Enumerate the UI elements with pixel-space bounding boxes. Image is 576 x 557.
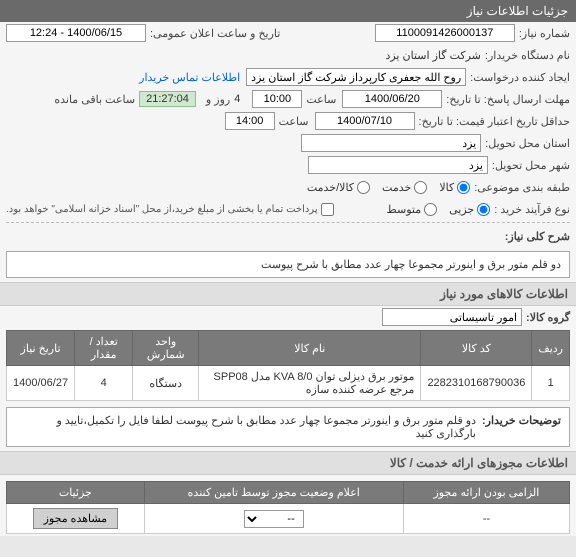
radio-both-input[interactable] (357, 181, 370, 194)
view-permit-button[interactable]: مشاهده مجوز (33, 508, 118, 529)
th-status: اعلام وضعیت مجوز توسط تامین کننده (144, 482, 403, 504)
reply-date-input[interactable] (342, 90, 442, 108)
th-mandatory: الزامی بودن ارائه مجوز (403, 482, 569, 504)
city-label: شهر محل تحویل: (492, 159, 570, 172)
public-date-label: تاریخ و ساعت اعلان عمومی: (150, 27, 280, 40)
td-date: 1400/06/27 (7, 366, 75, 401)
goods-group-input[interactable] (382, 308, 522, 326)
radio-goods[interactable]: کالا (439, 181, 470, 194)
th-name: نام کالا (199, 331, 421, 366)
location-input[interactable] (301, 134, 481, 152)
td-status: -- (144, 504, 403, 534)
goods-table: ردیف کد کالا نام کالا واحد شمارش تعداد /… (6, 330, 570, 401)
reply-deadline-label: مهلت ارسال پاسخ: تا تاریخ: (446, 93, 570, 106)
td-code: 2282310168790036 (421, 366, 532, 401)
buyer-note-box: توضیحات خریدار: دو قلم متور برق و اینورت… (6, 407, 570, 447)
th-row: ردیف (532, 331, 570, 366)
radio-medium-input[interactable] (424, 203, 437, 216)
time-label-2: ساعت (279, 115, 309, 128)
need-no-input[interactable] (375, 24, 515, 42)
category-radio-group: کالا خدمت کالا/خدمت (307, 181, 470, 194)
validity-time-input[interactable] (225, 112, 275, 130)
td-mandatory: -- (403, 504, 569, 534)
payment-checkbox[interactable] (321, 203, 334, 216)
permits-section-title: اطلاعات مجوزهای ارائه خدمت / کالا (0, 451, 576, 475)
time-label-1: ساعت (306, 93, 336, 106)
category-label: طبقه بندی موضوعی: (474, 181, 570, 194)
radio-partial-input[interactable] (477, 203, 490, 216)
desc-label: شرح کلی نیاز: (505, 230, 570, 243)
days-value: 4 (234, 93, 240, 105)
validity-date-input[interactable] (315, 112, 415, 130)
remaining-time-badge: 21:27:04 (139, 91, 196, 107)
payment-check[interactable]: پرداخت تمام یا بخشی از مبلغ خرید،از محل … (6, 203, 334, 216)
goods-section-title: اطلاعات کالاهای مورد نیاز (0, 282, 576, 306)
validity-label: حداقل تاریخ اعتبار قیمت: تا تاریخ: (419, 115, 570, 128)
process-radio-group: جزیی متوسط (387, 203, 491, 216)
table-row[interactable]: 1 2282310168790036 موتور برق دیزلی توان … (7, 366, 570, 401)
th-details: جزئیات (7, 482, 145, 504)
th-qty: تعداد / مقدار (75, 331, 133, 366)
page-title: جزئیات اطلاعات نیاز (467, 4, 568, 18)
radio-partial[interactable]: جزیی (449, 203, 490, 216)
radio-medium[interactable]: متوسط (387, 203, 438, 216)
buyer-note-label: توضیحات خریدار: (482, 414, 561, 440)
radio-both[interactable]: کالا/خدمت (307, 181, 370, 194)
desc-box: دو قلم متور برق و اینورتر مجموعا چهار عد… (6, 251, 570, 278)
td-details: مشاهده مجوز (7, 504, 145, 534)
page-header: جزئیات اطلاعات نیاز (0, 0, 576, 22)
public-date-input[interactable] (6, 24, 146, 42)
permits-table: الزامی بودن ارائه مجوز اعلام وضعیت مجوز … (6, 481, 570, 534)
reply-time-input[interactable] (252, 90, 302, 108)
th-unit: واحد شمارش (133, 331, 199, 366)
th-code: کد کالا (421, 331, 532, 366)
buyer-org-text: شرکت گاز استان یزد (385, 49, 480, 62)
contact-link[interactable]: اطلاعات تماس خریدار (139, 71, 240, 84)
radio-goods-input[interactable] (457, 181, 470, 194)
td-name: موتور برق دیزلی توان KVA 8/0 مدل SPP08 م… (199, 366, 421, 401)
buyer-org-label: نام دستگاه خریدار: (485, 49, 570, 62)
remaining-label: ساعت باقی مانده (54, 93, 135, 106)
td-qty: 4 (75, 366, 133, 401)
requester-input[interactable] (246, 68, 466, 86)
city-input[interactable] (308, 156, 488, 174)
th-date: تاریخ نیاز (7, 331, 75, 366)
days-label: روز و (206, 93, 230, 106)
radio-service-input[interactable] (414, 181, 427, 194)
need-no-label: شماره نیاز: (519, 27, 570, 40)
requester-label: ایجاد کننده درخواست: (470, 71, 570, 84)
permits-row: -- -- مشاهده مجوز (7, 504, 570, 534)
goods-group-label: گروه کالا: (526, 311, 570, 324)
status-select[interactable]: -- (244, 510, 304, 528)
buyer-note-text: دو قلم متور برق و اینورتر مجموعا چهار عد… (15, 414, 476, 440)
location-label: استان محل تحویل: (485, 137, 570, 150)
td-unit: دستگاه (133, 366, 199, 401)
td-row: 1 (532, 366, 570, 401)
process-label: نوع فرآیند خرید : (494, 203, 570, 216)
radio-service[interactable]: خدمت (382, 181, 427, 194)
